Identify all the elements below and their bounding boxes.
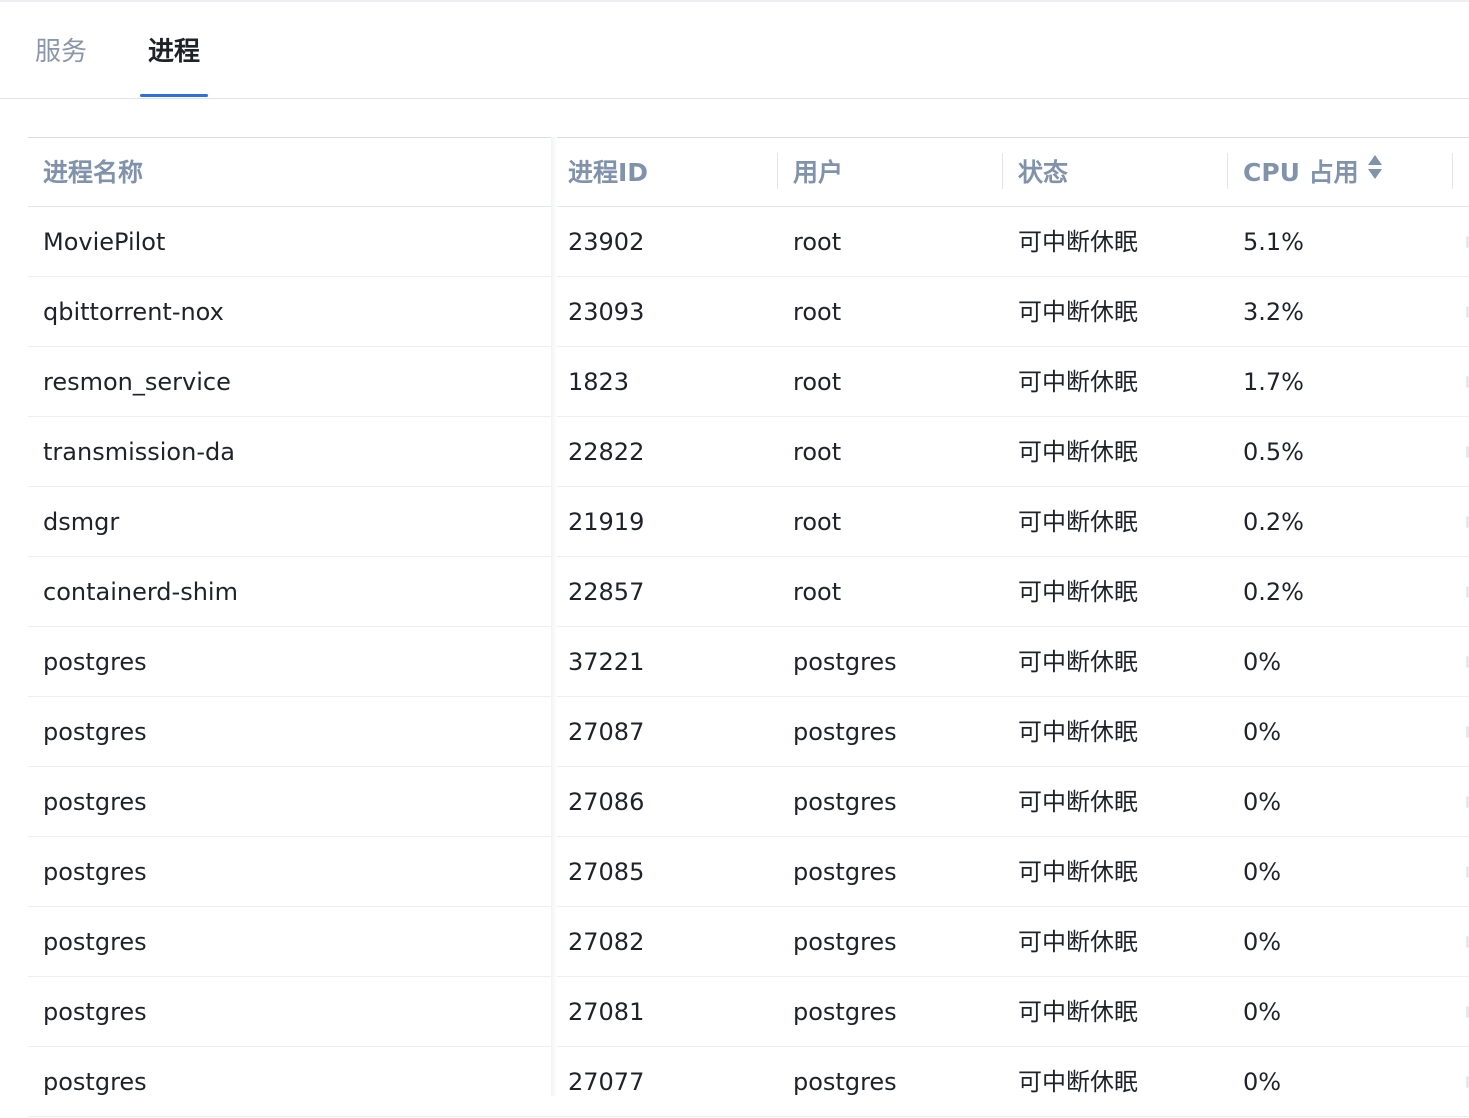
table-row[interactable]: MoviePilot 23902 root 可中断休眠 5.1% — [28, 207, 1469, 277]
cell-status: 可中断休眠 — [1018, 718, 1138, 746]
cell-process-name: postgres — [43, 648, 147, 676]
column-divider[interactable] — [1452, 153, 1453, 189]
cell-status: 可中断休眠 — [1018, 298, 1138, 326]
cell-process-id: 27086 — [568, 788, 645, 816]
cell-process-id: 27081 — [568, 998, 645, 1026]
cell-status: 可中断休眠 — [1018, 1068, 1138, 1096]
cell-cpu: 0% — [1243, 788, 1282, 816]
cell-process-id: 37221 — [568, 648, 645, 676]
cell-process-name: MoviePilot — [43, 228, 166, 256]
cell-status: 可中断休眠 — [1018, 648, 1138, 676]
cell-process-id: 21919 — [568, 508, 645, 536]
cell-process-id: 27085 — [568, 858, 645, 886]
fixed-column-shadow — [551, 137, 557, 1096]
cell-process-id: 22857 — [568, 578, 645, 606]
cell-cpu: 0% — [1243, 718, 1282, 746]
cell-process-id: 23902 — [568, 228, 645, 256]
cell-process-id: 23093 — [568, 298, 645, 326]
column-header-cpu-label: CPU 占用 — [1243, 158, 1359, 187]
cell-process-id: 27077 — [568, 1068, 645, 1096]
sort-icon[interactable] — [1367, 137, 1383, 207]
column-divider[interactable] — [777, 153, 778, 189]
cell-status: 可中断休眠 — [1018, 998, 1138, 1026]
cell-cpu: 0.2% — [1243, 508, 1304, 536]
table-row[interactable]: containerd-shim 22857 root 可中断休眠 0.2% — [28, 557, 1469, 627]
cell-status: 可中断休眠 — [1018, 788, 1138, 816]
column-header-process-id[interactable]: 进程ID — [568, 138, 648, 206]
cell-cpu: 0% — [1243, 858, 1282, 886]
cell-cpu: 0.2% — [1243, 578, 1304, 606]
cell-status: 可中断休眠 — [1018, 368, 1138, 396]
cell-user: root — [793, 578, 842, 606]
cell-process-name: postgres — [43, 1068, 147, 1096]
cell-cpu: 3.2% — [1243, 298, 1304, 326]
cell-process-id: 22822 — [568, 438, 645, 466]
tab-bar: 服务 进程 — [0, 0, 1469, 99]
cell-process-name: qbittorrent-nox — [43, 298, 224, 326]
table-row[interactable]: postgres 27077 postgres 可中断休眠 0% — [28, 1047, 1469, 1117]
cell-cpu: 0% — [1243, 928, 1282, 956]
cell-user: postgres — [793, 998, 897, 1026]
column-divider[interactable] — [1002, 153, 1003, 189]
cell-process-name: dsmgr — [43, 508, 120, 536]
active-tab-indicator — [140, 94, 208, 97]
cell-user: root — [793, 228, 842, 256]
cell-process-id: 27082 — [568, 928, 645, 956]
cell-user: root — [793, 438, 842, 466]
cell-process-name: postgres — [43, 788, 147, 816]
cell-status: 可中断休眠 — [1018, 928, 1138, 956]
table-row[interactable]: postgres 27085 postgres 可中断休眠 0% — [28, 837, 1469, 907]
column-divider[interactable] — [1227, 153, 1228, 189]
table-body: MoviePilot 23902 root 可中断休眠 5.1% qbittorrent-… — [28, 207, 1469, 1117]
tab-processes[interactable]: 进程 — [148, 34, 200, 70]
table-row[interactable]: dsmgr 21919 root 可中断休眠 0.2% — [28, 487, 1469, 557]
cell-process-name: postgres — [43, 858, 147, 886]
cell-process-name: resmon_service — [43, 368, 231, 396]
table-row[interactable]: postgres 27087 postgres 可中断休眠 0% — [28, 697, 1469, 767]
cell-cpu: 5.1% — [1243, 228, 1304, 256]
cell-process-id: 1823 — [568, 368, 630, 396]
cell-cpu: 0.5% — [1243, 438, 1304, 466]
table-header: 进程名称 进程ID 用户 状态 CPU 占用 — [28, 138, 1469, 207]
cell-process-id: 27087 — [568, 718, 645, 746]
cell-status: 可中断休眠 — [1018, 858, 1138, 886]
process-table: 进程名称 进程ID 用户 状态 CPU 占用 MoviePilot 23902 ro… — [28, 137, 1469, 1117]
cell-user: root — [793, 298, 842, 326]
column-header-process-name[interactable]: 进程名称 — [43, 138, 143, 206]
table-row[interactable]: postgres 37221 postgres 可中断休眠 0% — [28, 627, 1469, 697]
cell-status: 可中断休眠 — [1018, 578, 1138, 606]
table-row[interactable]: transmission-da 22822 root 可中断休眠 0.5% — [28, 417, 1469, 487]
cell-process-name: transmission-da — [43, 438, 235, 466]
cell-user: postgres — [793, 928, 897, 956]
table-row[interactable]: resmon_service 1823 root 可中断休眠 1.7% — [28, 347, 1469, 417]
cell-cpu: 0% — [1243, 998, 1282, 1026]
cell-status: 可中断休眠 — [1018, 508, 1138, 536]
cell-user: root — [793, 508, 842, 536]
cell-user: postgres — [793, 718, 897, 746]
cell-process-name: postgres — [43, 998, 147, 1026]
cell-cpu: 1.7% — [1243, 368, 1304, 396]
cell-process-name: postgres — [43, 718, 147, 746]
table-row[interactable]: qbittorrent-nox 23093 root 可中断休眠 3.2% — [28, 277, 1469, 347]
tab-services[interactable]: 服务 — [35, 34, 87, 70]
cell-user: postgres — [793, 648, 897, 676]
table-row[interactable]: postgres 27081 postgres 可中断休眠 0% — [28, 977, 1469, 1047]
table-row[interactable]: postgres 27082 postgres 可中断休眠 0% — [28, 907, 1469, 977]
cell-process-name: containerd-shim — [43, 578, 238, 606]
cell-status: 可中断休眠 — [1018, 228, 1138, 256]
column-header-cpu[interactable]: CPU 占用 — [1243, 138, 1383, 206]
column-header-status[interactable]: 状态 — [1018, 138, 1068, 206]
cell-cpu: 0% — [1243, 1068, 1282, 1096]
table-row[interactable]: postgres 27086 postgres 可中断休眠 0% — [28, 767, 1469, 837]
cell-user: root — [793, 368, 842, 396]
column-header-user[interactable]: 用户 — [793, 138, 843, 206]
cell-status: 可中断休眠 — [1018, 438, 1138, 466]
cell-process-name: postgres — [43, 928, 147, 956]
cell-user: postgres — [793, 788, 897, 816]
cell-user: postgres — [793, 1068, 897, 1096]
cell-cpu: 0% — [1243, 648, 1282, 676]
cell-user: postgres — [793, 858, 897, 886]
